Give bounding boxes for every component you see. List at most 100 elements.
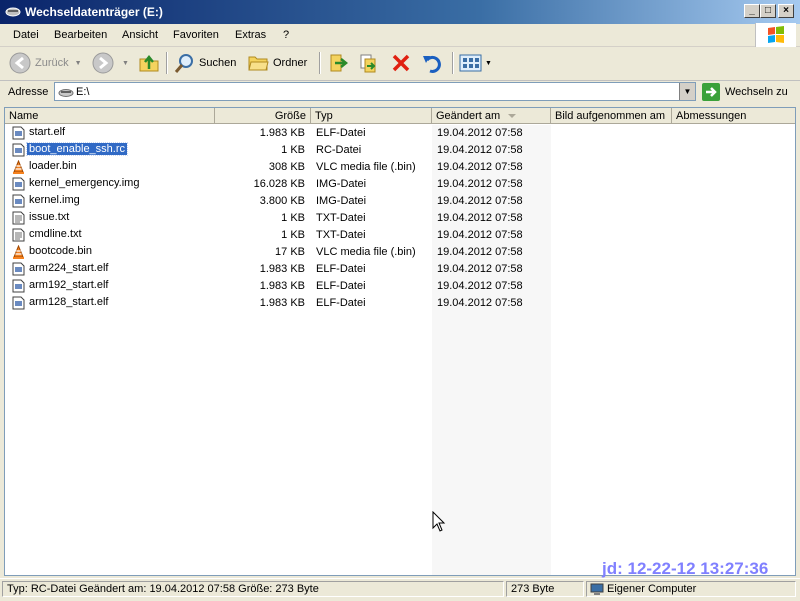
folders-button[interactable]: Ordner [247, 51, 307, 75]
drive-icon [58, 89, 74, 97]
file-icon [12, 177, 25, 194]
windows-logo-icon [755, 23, 796, 47]
file-modified: 19.04.2012 07:58 [437, 195, 523, 207]
file-type: VLC media file (.bin) [316, 161, 416, 173]
file-modified: 19.04.2012 07:58 [437, 280, 523, 292]
file-name: arm192_start.elf [29, 279, 109, 291]
address-label: Adresse [8, 86, 49, 98]
address-input[interactable]: E:\ ▼ [54, 82, 696, 101]
up-folder-icon [139, 54, 159, 72]
table-row[interactable]: start.elf 1.983 KB ELF-Datei 19.04.2012 07:… [5, 125, 795, 143]
table-row[interactable]: arm128_start.elf 1.983 KB ELF-Datei 19.04.2… [5, 295, 795, 313]
file-type: IMG-Datei [316, 178, 367, 190]
menu-extras[interactable]: Extras [235, 29, 266, 41]
chevron-down-icon[interactable]: ▼ [122, 60, 129, 67]
sort-descending-icon [508, 114, 516, 118]
file-name: arm224_start.elf [29, 262, 109, 274]
column-header-name[interactable]: Name [5, 108, 215, 124]
menu-favoriten[interactable]: Favoriten [173, 29, 219, 41]
column-header-taken[interactable]: Bild aufgenommen am [551, 108, 672, 124]
table-row[interactable]: kernel.img 3.800 KB IMG-Datei 19.04.2012 07… [5, 193, 795, 211]
menu-datei[interactable]: Datei [13, 29, 39, 41]
file-name: boot_enable_ssh.rc [25, 142, 129, 156]
menu-bearbeiten[interactable]: Bearbeiten [54, 29, 107, 41]
back-button[interactable]: Zurück ▼ [9, 51, 82, 75]
menu-help[interactable]: ? [283, 29, 289, 41]
table-row[interactable]: boot_enable_ssh.rc 1 KB RC-Datei 19.04.2012… [5, 142, 795, 159]
up-folder-button[interactable] [138, 51, 160, 75]
file-size: 3.800 KB [259, 195, 305, 207]
back-arrow-icon [9, 52, 31, 74]
column-header-modified[interactable]: Geändert am [432, 108, 551, 124]
file-icon [12, 262, 25, 279]
table-row[interactable]: issue.txt 1 KB TXT-Datei 19.04.2012 07:58 [5, 210, 795, 228]
go-button[interactable]: Wechseln zu [702, 82, 788, 102]
file-type: ELF-Datei [316, 127, 366, 139]
file-modified: 19.04.2012 07:58 [437, 161, 523, 173]
file-size: 1.983 KB [259, 263, 305, 275]
address-dropdown-button[interactable]: ▼ [679, 83, 695, 100]
table-row[interactable]: cmdline.txt 1 KB TXT-Datei 19.04.2012 07:58 [5, 227, 795, 245]
window-title: Wechseldatenträger (E:) [25, 5, 163, 19]
column-header-type[interactable]: Typ [311, 108, 432, 124]
file-name: issue.txt [29, 211, 70, 223]
title-bar[interactable]: Wechseldatenträger (E:) _ □ × [0, 0, 800, 24]
file-name: cmdline.txt [29, 228, 82, 240]
list-header: Name Größe Typ Geändert am Bild aufgenom… [5, 108, 795, 125]
file-icon [12, 279, 25, 296]
text-file-icon [12, 211, 25, 228]
file-name: bootcode.bin [29, 245, 92, 257]
vlc-icon [12, 159, 25, 177]
file-type: RC-Datei [316, 144, 362, 156]
file-modified: 19.04.2012 07:58 [437, 127, 523, 139]
file-modified: 19.04.2012 07:58 [437, 297, 523, 309]
table-row[interactable]: bootcode.bin 17 KB VLC media file (.bin) 19… [5, 244, 795, 261]
file-modified: 19.04.2012 07:58 [437, 263, 523, 275]
delete-icon [392, 54, 410, 72]
text-file-icon [12, 228, 25, 245]
file-size: 1.983 KB [259, 280, 305, 292]
table-row[interactable]: arm224_start.elf 1.983 KB ELF-Datei 19.04.2… [5, 261, 795, 279]
status-zone: Eigener Computer [586, 581, 796, 597]
search-icon [174, 54, 193, 73]
views-button[interactable]: ▼ [459, 51, 492, 75]
file-size: 16.028 KB [253, 178, 305, 190]
file-icon [12, 126, 25, 143]
file-size: 1 KB [281, 144, 305, 156]
status-size: 273 Byte [506, 581, 584, 597]
table-row[interactable]: arm192_start.elf 1.983 KB ELF-Datei 19.04.2… [5, 278, 795, 296]
move-to-icon [330, 54, 349, 72]
file-modified: 19.04.2012 07:58 [437, 212, 523, 224]
table-row[interactable]: kernel_emergency.img 16.028 KB IMG-Datei 19… [5, 176, 795, 194]
table-row[interactable]: loader.bin 308 KB VLC media file (.bin) 19.… [5, 159, 795, 177]
chevron-down-icon[interactable]: ▼ [75, 60, 82, 67]
file-name: start.elf [29, 126, 66, 138]
maximize-button[interactable]: □ [760, 4, 776, 18]
file-type: TXT-Datei [316, 229, 366, 241]
file-name: arm128_start.elf [29, 296, 109, 308]
file-list[interactable]: Name Größe Typ Geändert am Bild aufgenom… [4, 107, 796, 576]
computer-icon [590, 583, 604, 595]
move-to-button[interactable] [327, 51, 349, 75]
minimize-button[interactable]: _ [744, 4, 760, 18]
file-modified: 19.04.2012 07:58 [437, 229, 523, 241]
undo-icon [423, 55, 441, 73]
file-size: 1 KB [281, 212, 305, 224]
undo-button[interactable] [421, 51, 443, 75]
chevron-down-icon[interactable]: ▼ [485, 60, 492, 67]
copy-to-button[interactable] [358, 51, 380, 75]
close-button[interactable]: × [778, 4, 794, 18]
go-arrow-icon [702, 83, 720, 101]
file-size: 308 KB [268, 161, 305, 173]
file-modified: 19.04.2012 07:58 [437, 178, 523, 190]
file-name: loader.bin [29, 160, 77, 172]
search-button[interactable]: Suchen [173, 51, 236, 75]
menu-ansicht[interactable]: Ansicht [122, 29, 158, 41]
delete-button[interactable] [390, 51, 412, 75]
forward-button[interactable]: ▼ [92, 51, 129, 75]
file-icon [12, 296, 25, 313]
column-header-size[interactable]: Größe [215, 108, 311, 124]
file-icon [12, 194, 25, 211]
column-header-dimensions[interactable]: Abmessungen [672, 108, 795, 124]
views-icon [459, 54, 482, 72]
